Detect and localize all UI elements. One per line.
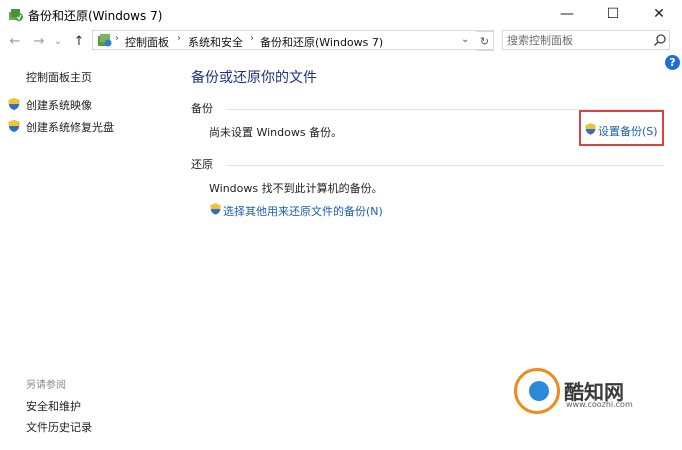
address-dropdown-icon[interactable]: ⌄ (461, 34, 469, 45)
navigation-bar: ← → ⌄ ↑ › 控制面板 › 系统和安全 › 备份和还原(Windows 7… (0, 28, 682, 54)
watermark: 酷知网 www.coozhi.com (514, 358, 664, 418)
see-also-security-maintenance[interactable]: 安全和维护 (26, 398, 81, 414)
search-icon[interactable] (653, 33, 667, 47)
window-title: 备份和还原(Windows 7) (28, 9, 163, 23)
shield-icon (8, 98, 20, 110)
help-icon[interactable]: ? (665, 55, 680, 70)
sidebar-control-panel-home[interactable]: 控制面板主页 (26, 69, 92, 85)
up-button[interactable]: ↑ (70, 32, 88, 50)
select-other-backup-link[interactable]: 选择其他用来还原文件的备份(N) (223, 203, 383, 219)
up-arrow-icon: ↑ (73, 33, 85, 49)
sidebar-item-create-system-image[interactable]: 创建系统映像 (26, 97, 92, 113)
setup-backup-link[interactable]: 设置备份(S) (598, 123, 658, 139)
maximize-icon: ☐ (606, 6, 620, 22)
page-title: 备份或还原你的文件 (191, 70, 317, 86)
breadcrumb-control-panel[interactable]: 控制面板 (125, 34, 169, 50)
close-icon: ✕ (653, 6, 665, 22)
forward-button[interactable]: → (30, 32, 48, 50)
breadcrumb-separator[interactable]: › (250, 33, 254, 44)
control-panel-icon (98, 34, 112, 47)
restore-status-text: Windows 找不到此计算机的备份。 (209, 182, 383, 195)
sidebar-item-create-repair-disc[interactable]: 创建系统修复光盘 (26, 119, 114, 135)
backup-section-heading: 备份 (191, 102, 213, 115)
refresh-icon: ↻ (479, 34, 490, 48)
breadcrumb-system-security[interactable]: 系统和安全 (188, 34, 243, 50)
recent-locations-button[interactable]: ⌄ (52, 32, 64, 50)
backup-status-text: 尚未设置 Windows 备份。 (209, 126, 343, 139)
maximize-button[interactable]: ☐ (590, 0, 636, 28)
chevron-down-icon: ⌄ (53, 35, 63, 47)
shield-icon (8, 120, 20, 132)
search-box[interactable] (502, 30, 670, 50)
restore-divider (226, 165, 664, 166)
watermark-logo (514, 368, 560, 414)
breadcrumb-separator: › (115, 33, 119, 44)
shield-icon (585, 123, 596, 135)
backup-restore-app-icon (9, 9, 23, 21)
minimize-button[interactable]: — (544, 0, 590, 28)
minimize-icon: — (560, 6, 574, 22)
forward-arrow-icon: → (33, 33, 45, 49)
see-also-file-history[interactable]: 文件历史记录 (26, 419, 92, 435)
restore-section-heading: 还原 (191, 158, 213, 171)
breadcrumb-separator[interactable]: › (177, 33, 181, 44)
title-bar: 备份和还原(Windows 7) — ☐ ✕ (0, 0, 682, 28)
close-button[interactable]: ✕ (636, 0, 682, 28)
refresh-button[interactable]: ↻ (476, 31, 494, 51)
see-also-heading: 另请参阅 (26, 380, 66, 391)
address-bar[interactable]: › 控制面板 › 系统和安全 › 备份和还原(Windows 7) ⌄ (92, 30, 494, 50)
back-button[interactable]: ← (6, 32, 24, 50)
back-arrow-icon: ← (9, 33, 21, 49)
shield-icon (210, 203, 221, 215)
watermark-url: www.coozhi.com (566, 400, 633, 409)
search-input[interactable] (507, 33, 647, 47)
breadcrumb-backup-restore[interactable]: 备份和还原(Windows 7) (260, 34, 383, 50)
